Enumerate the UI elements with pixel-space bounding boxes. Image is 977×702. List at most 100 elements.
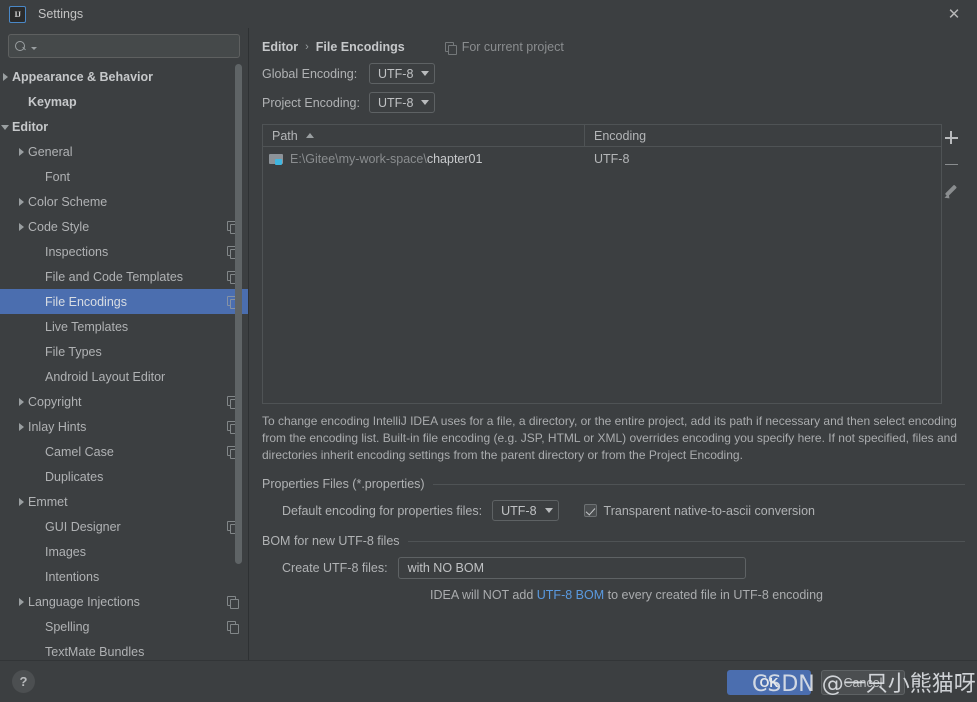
copy-icon xyxy=(227,621,239,634)
chevron-right-icon[interactable] xyxy=(16,496,28,508)
sidebar-item-gui-designer[interactable]: GUI Designer xyxy=(0,514,248,539)
sidebar-item-label: Emmet xyxy=(28,494,68,509)
table-row[interactable]: E:\Gitee\my-work-space\chapter01 UTF-8 xyxy=(263,147,941,171)
sidebar-item-android-layout-editor[interactable]: Android Layout Editor xyxy=(0,364,248,389)
transparent-conversion-checkbox[interactable]: Transparent native-to-ascii conversion xyxy=(583,504,815,518)
chevron-right-icon[interactable] xyxy=(16,196,28,208)
project-encoding-value: UTF-8 xyxy=(378,95,414,110)
column-header-path[interactable]: Path xyxy=(263,125,585,146)
chevron-right-icon[interactable] xyxy=(16,396,28,408)
default-encoding-label: Default encoding for properties files: xyxy=(282,503,483,518)
chevron-down-icon xyxy=(544,508,553,513)
sidebar-item-color-scheme[interactable]: Color Scheme xyxy=(0,189,248,214)
search-container xyxy=(0,28,248,63)
sidebar-item-general[interactable]: General xyxy=(0,139,248,164)
main-panel: Editor › File Encodings For current proj… xyxy=(250,28,977,660)
column-header-encoding-label: Encoding xyxy=(594,128,647,143)
sidebar-item-label: File and Code Templates xyxy=(45,269,184,284)
sidebar-item-live-templates[interactable]: Live Templates xyxy=(0,314,248,339)
default-encoding-select[interactable]: UTF-8 xyxy=(492,500,559,521)
sidebar-item-label: Code Style xyxy=(28,219,90,234)
chevron-right-icon[interactable] xyxy=(0,71,12,83)
global-encoding-select[interactable]: UTF-8 xyxy=(369,63,436,84)
sidebar-item-duplicates[interactable]: Duplicates xyxy=(0,464,248,489)
sidebar-item-label: Appearance & Behavior xyxy=(12,69,154,84)
project-encoding-select[interactable]: UTF-8 xyxy=(369,92,436,113)
create-utf8-select[interactable]: with NO BOM xyxy=(397,557,746,579)
sidebar-item-copyright[interactable]: Copyright xyxy=(0,389,248,414)
sidebar-item-label: Inlay Hints xyxy=(28,419,87,434)
sidebar-item-inspections[interactable]: Inspections xyxy=(0,239,248,264)
table-body: E:\Gitee\my-work-space\chapter01 UTF-8 xyxy=(263,147,941,171)
project-encoding-label: Project Encoding: xyxy=(262,95,360,110)
chevron-right-icon[interactable] xyxy=(16,596,28,608)
sidebar-item-spelling[interactable]: Spelling xyxy=(0,614,248,639)
table-header: Path Encoding xyxy=(263,125,941,147)
breadcrumb-parent[interactable]: Editor xyxy=(262,40,298,54)
sidebar-item-language-injections[interactable]: Language Injections xyxy=(0,589,248,614)
sidebar-item-intentions[interactable]: Intentions xyxy=(0,564,248,589)
pencil-icon xyxy=(944,185,958,199)
sidebar-item-label: Duplicates xyxy=(45,469,104,484)
sidebar-scrollbar-thumb[interactable] xyxy=(235,64,242,564)
copy-icon xyxy=(227,596,239,609)
sidebar-item-label: Android Layout Editor xyxy=(45,369,166,384)
sidebar-item-label: File Types xyxy=(45,344,102,359)
sidebar-item-label: Copyright xyxy=(28,394,82,409)
sidebar-item-label: Spelling xyxy=(45,619,90,634)
properties-files-group-title: Properties Files (*.properties) xyxy=(262,477,425,491)
create-utf8-row: Create UTF-8 files: with NO BOM xyxy=(282,557,965,579)
edit-path-button[interactable] xyxy=(936,178,966,205)
folder-icon xyxy=(269,153,284,165)
sidebar-item-file-types[interactable]: File Types xyxy=(0,339,248,364)
sidebar-item-textmate-bundles[interactable]: TextMate Bundles xyxy=(0,639,248,660)
chevron-right-icon[interactable] xyxy=(16,146,28,158)
sidebar-item-emmet[interactable]: Emmet xyxy=(0,489,248,514)
chevron-down-icon[interactable] xyxy=(0,121,12,133)
sidebar-item-label: General xyxy=(28,144,73,159)
sidebar-item-file-encodings[interactable]: File Encodings xyxy=(0,289,248,314)
sidebar-item-inlay-hints[interactable]: Inlay Hints xyxy=(0,414,248,439)
sidebar-item-label: Camel Case xyxy=(45,444,114,459)
cell-encoding[interactable]: UTF-8 xyxy=(585,152,941,166)
sidebar-scrollbar-track[interactable] xyxy=(235,64,245,660)
add-path-button[interactable] xyxy=(936,124,966,151)
sidebar-item-camel-case[interactable]: Camel Case xyxy=(0,439,248,464)
copy-icon xyxy=(444,41,457,55)
breadcrumb: Editor › File Encodings For current proj… xyxy=(262,28,965,58)
sidebar-item-images[interactable]: Images xyxy=(0,539,248,564)
ok-button[interactable]: OK xyxy=(727,670,811,695)
search-box[interactable] xyxy=(8,34,240,58)
sidebar-item-label: Language Injections xyxy=(28,594,140,609)
sidebar-item-label: File Encodings xyxy=(45,294,127,309)
search-input[interactable] xyxy=(37,39,239,53)
close-icon[interactable]: ✕ xyxy=(931,0,977,28)
sidebar-item-keymap[interactable]: Keymap xyxy=(0,89,248,114)
sidebar-item-file-and-code-templates[interactable]: File and Code Templates xyxy=(0,264,248,289)
sidebar-item-label: TextMate Bundles xyxy=(45,644,145,659)
sidebar-item-font[interactable]: Font xyxy=(0,164,248,189)
chevron-right-icon[interactable] xyxy=(16,421,28,433)
global-encoding-row: Global Encoding: UTF-8 xyxy=(262,60,965,87)
sidebar-item-appearance-behavior[interactable]: Appearance & Behavior xyxy=(0,64,248,89)
bom-note-before: IDEA will NOT add xyxy=(430,588,537,602)
plus-icon xyxy=(944,131,958,144)
cancel-button[interactable]: Cancel xyxy=(821,670,905,695)
breadcrumb-separator-icon: › xyxy=(305,41,309,53)
chevron-right-icon[interactable] xyxy=(16,221,28,233)
column-header-path-label: Path xyxy=(272,128,298,143)
remove-path-button[interactable] xyxy=(936,151,966,178)
help-button[interactable]: ? xyxy=(12,670,35,693)
breadcrumb-current: File Encodings xyxy=(315,40,405,54)
project-encoding-row: Project Encoding: UTF-8 xyxy=(262,89,965,116)
for-current-project-label: For current project xyxy=(444,40,564,55)
column-header-encoding[interactable]: Encoding xyxy=(585,125,941,146)
chevron-down-icon xyxy=(421,100,430,105)
sidebar-item-editor[interactable]: Editor xyxy=(0,114,248,139)
sidebar-item-code-style[interactable]: Code Style xyxy=(0,214,248,239)
